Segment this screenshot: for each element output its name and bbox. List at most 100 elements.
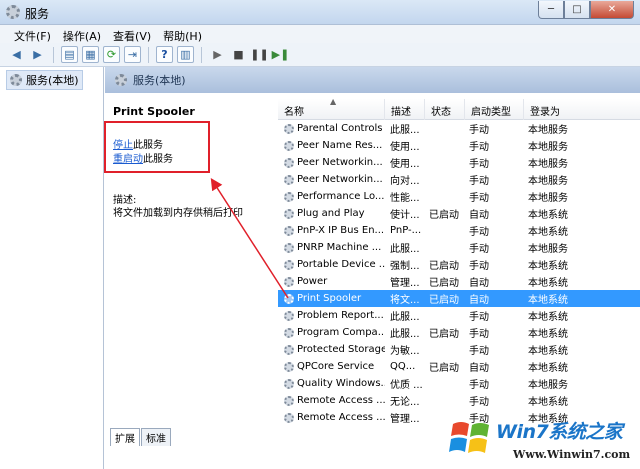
stop-service-icon[interactable]: ■ bbox=[230, 46, 247, 63]
service-name-cell: Remote Access ... bbox=[278, 412, 385, 423]
service-gear-icon bbox=[284, 344, 294, 355]
service-gear-icon bbox=[284, 140, 294, 151]
table-row[interactable]: PnP-X IP Bus En... PnP-... 手动 本地系统 bbox=[278, 222, 640, 239]
service-description-cell: 将文... bbox=[390, 295, 420, 306]
service-description-cell: PnP-... bbox=[390, 225, 422, 236]
service-logon-cell: 本地服务 bbox=[528, 142, 568, 153]
table-row[interactable]: Remote Access ... 管理... 手动 本地系统 bbox=[278, 409, 640, 426]
menu-action[interactable]: 操作(A) bbox=[57, 25, 107, 43]
table-row[interactable]: Power 管理... 已启动 自动 本地系统 bbox=[278, 273, 640, 290]
service-gear-icon bbox=[284, 174, 294, 185]
service-startup-cell: 手动 bbox=[469, 346, 489, 357]
column-description[interactable]: 描述 bbox=[385, 99, 425, 120]
service-startup-cell: 手动 bbox=[469, 142, 489, 153]
service-name-cell: Parental Controls bbox=[278, 123, 385, 134]
console-tree-icon[interactable]: ▤ bbox=[61, 46, 78, 63]
start-service-icon[interactable]: ▶ bbox=[209, 46, 226, 63]
help-icon[interactable]: ? bbox=[156, 46, 173, 63]
window-controls: ─ □ ✕ bbox=[538, 1, 634, 20]
service-description-cell: 此服... bbox=[390, 329, 420, 340]
table-row[interactable]: Peer Networkin... 使用... 手动 本地服务 bbox=[278, 154, 640, 171]
service-logon-cell: 本地系统 bbox=[528, 397, 568, 408]
column-status[interactable]: 状态 bbox=[425, 99, 465, 120]
table-row[interactable]: Peer Networkin... 向对... 手动 本地服务 bbox=[278, 171, 640, 188]
restart-service-icon[interactable]: ▶❚ bbox=[272, 46, 290, 63]
table-row[interactable]: PNRP Machine ... 此服... 手动 本地服务 bbox=[278, 239, 640, 256]
gear-icon bbox=[10, 74, 22, 86]
table-row[interactable]: Protected Storage 为敏... 手动 本地系统 bbox=[278, 341, 640, 358]
service-gear-icon bbox=[284, 157, 294, 168]
minimize-button[interactable]: ─ bbox=[538, 1, 564, 19]
table-row-selected[interactable]: Print Spooler 将文... 已启动 自动 本地系统 bbox=[278, 290, 640, 307]
service-status-cell: 已启动 bbox=[429, 363, 459, 374]
service-startup-cell: 手动 bbox=[469, 397, 489, 408]
properties-icon[interactable]: ▦ bbox=[82, 46, 99, 63]
service-name-text: Protected Storage bbox=[297, 344, 385, 355]
service-description-cell: 为敏... bbox=[390, 346, 420, 357]
column-startup-type[interactable]: 启动类型 bbox=[465, 99, 524, 120]
service-logon-cell: 本地系统 bbox=[528, 210, 568, 221]
back-arrow-icon[interactable]: ◀ bbox=[8, 46, 25, 63]
table-row[interactable]: Performance Lo... 性能... 手动 本地服务 bbox=[278, 188, 640, 205]
service-startup-cell: 自动 bbox=[469, 295, 489, 306]
service-name-text: Peer Networkin... bbox=[297, 174, 383, 185]
service-name-cell: Peer Name Res... bbox=[278, 140, 385, 151]
service-description-cell: 使用... bbox=[390, 159, 420, 170]
table-row[interactable]: Portable Device ... 强制... 已启动 手动 本地系统 bbox=[278, 256, 640, 273]
service-name-text: Quality Windows... bbox=[297, 378, 385, 389]
service-logon-cell: 本地系统 bbox=[528, 363, 568, 374]
service-gear-icon bbox=[284, 378, 294, 389]
title-bar: 服务 ─ □ ✕ bbox=[0, 0, 640, 25]
maximize-button[interactable]: □ bbox=[564, 1, 590, 19]
close-button[interactable]: ✕ bbox=[590, 1, 634, 19]
service-gear-icon bbox=[284, 123, 294, 134]
window-title: 服务 bbox=[25, 7, 50, 21]
service-startup-cell: 自动 bbox=[469, 278, 489, 289]
service-name-text: Peer Name Res... bbox=[297, 140, 383, 151]
service-gear-icon bbox=[284, 310, 294, 321]
service-gear-icon bbox=[284, 361, 294, 372]
tab-extended[interactable]: 扩展 bbox=[110, 428, 140, 446]
table-row[interactable]: Parental Controls 此服... 手动 本地服务 bbox=[278, 120, 640, 137]
service-description-cell: 优质 ... bbox=[390, 380, 423, 391]
tree-item-local-services[interactable]: 服务(本地) bbox=[6, 70, 83, 90]
service-status-cell: 已启动 bbox=[429, 210, 459, 221]
service-description-cell: 此服... bbox=[390, 244, 420, 255]
service-gear-icon bbox=[284, 191, 294, 202]
table-row[interactable]: Remote Access ... 无论... 手动 本地系统 bbox=[278, 392, 640, 409]
column-name[interactable]: ▲ 名称 bbox=[278, 97, 385, 120]
menu-view[interactable]: 查看(V) bbox=[107, 25, 157, 43]
service-logon-cell: 本地系统 bbox=[528, 312, 568, 323]
table-row[interactable]: Program Compa... 此服... 已启动 手动 本地系统 bbox=[278, 324, 640, 341]
service-name-cell: PNRP Machine ... bbox=[278, 242, 385, 253]
service-description-cell: 向对... bbox=[390, 176, 420, 187]
service-startup-cell: 手动 bbox=[469, 312, 489, 323]
table-row[interactable]: Plug and Play 使计... 已启动 自动 本地系统 bbox=[278, 205, 640, 222]
service-name-cell: Power bbox=[278, 276, 385, 287]
table-row[interactable]: Quality Windows... 优质 ... 手动 本地服务 bbox=[278, 375, 640, 392]
pause-service-icon[interactable]: ❚❚ bbox=[250, 46, 268, 63]
service-gear-icon bbox=[284, 208, 294, 219]
table-row[interactable]: Problem Report... 此服... 手动 本地系统 bbox=[278, 307, 640, 324]
export-list-icon[interactable]: ⇥ bbox=[124, 46, 141, 63]
forward-arrow-icon[interactable]: ▶ bbox=[29, 46, 46, 63]
services-list: ▲ 名称 描述 状态 启动类型 登录为 Parental Controls 此服..… bbox=[278, 97, 640, 461]
service-name-cell: Problem Report... bbox=[278, 310, 385, 321]
column-log-on-as[interactable]: 登录为 bbox=[524, 99, 584, 120]
menu-help[interactable]: 帮助(H) bbox=[157, 25, 208, 43]
service-startup-cell: 手动 bbox=[469, 380, 489, 391]
menu-file[interactable]: 文件(F) bbox=[8, 25, 57, 43]
refresh-icon[interactable]: ⟳ bbox=[103, 46, 120, 63]
tab-standard[interactable]: 标准 bbox=[141, 428, 171, 446]
list-rows: Parental Controls 此服... 手动 本地服务 Peer Name Re… bbox=[278, 120, 640, 426]
table-row[interactable]: Peer Name Res... 使用... 手动 本地服务 bbox=[278, 137, 640, 154]
service-gear-icon bbox=[284, 242, 294, 253]
service-description-cell: 此服... bbox=[390, 125, 420, 136]
service-logon-cell: 本地系统 bbox=[528, 227, 568, 238]
list-header: ▲ 名称 描述 状态 启动类型 登录为 bbox=[278, 97, 640, 120]
service-logon-cell: 本地系统 bbox=[528, 346, 568, 357]
service-logon-cell: 本地服务 bbox=[528, 176, 568, 187]
show-pane-icon[interactable]: ▥ bbox=[177, 46, 194, 63]
service-startup-cell: 自动 bbox=[469, 363, 489, 374]
table-row[interactable]: QPCore Service QQ... 已启动 自动 本地系统 bbox=[278, 358, 640, 375]
